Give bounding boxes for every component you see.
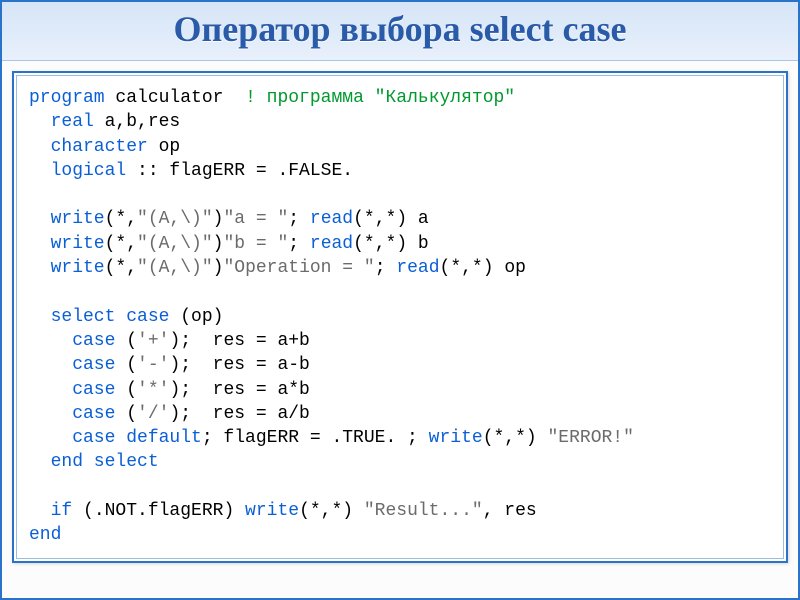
kw-write: write [29,209,105,229]
kw-write: write [245,501,299,521]
kw-case: case [29,331,115,351]
string: '*' [137,380,169,400]
kw-program: program [29,88,105,108]
kw-select: select case [29,307,169,327]
kw-read: read [396,258,439,278]
kw-read: read [310,209,353,229]
string: "(A,\)" [137,258,213,278]
string: '/' [137,404,169,424]
code-inner: program calculator ! программа "Калькуля… [16,75,784,559]
text: ; flagERR = .TRUE. ; [202,428,429,448]
string: "Operation = " [223,258,374,278]
string: '-' [137,355,169,375]
code-panel: program calculator ! программа "Калькуля… [12,71,788,563]
text: (*, [105,234,137,254]
kw-write: write [29,234,105,254]
kw-real: real [29,112,94,132]
text: ); res = a/b [169,404,309,424]
text: :: flagERR = .FALSE. [126,161,353,181]
kw-write: write [429,428,483,448]
text: (*,*) [299,501,364,521]
text: ; [375,258,397,278]
text: (*,*) a [353,209,429,229]
comment: ! программа "Калькулятор" [245,88,515,108]
text: (*, [105,209,137,229]
text: ); res = a*b [169,380,309,400]
slide-title: Оператор выбора select case [14,8,786,50]
kw-case: case [29,355,115,375]
kw-read: read [310,234,353,254]
string: "a = " [223,209,288,229]
text: ) [213,258,224,278]
text: a,b,res [94,112,180,132]
kw-character: character [29,137,148,157]
kw-case: case [29,404,115,424]
kw-end-select: end select [29,452,159,472]
slide: Оператор выбора select case program calc… [0,0,800,600]
text: ; [288,209,310,229]
code-block: program calculator ! программа "Калькуля… [17,76,783,558]
text: (*,*) b [353,234,429,254]
string: "ERROR!" [548,428,634,448]
text: calculator [105,88,245,108]
text: , res [483,501,537,521]
kw-if: if [29,501,72,521]
kw-end: end [29,525,61,545]
text: ( [115,355,137,375]
kw-case: case [29,380,115,400]
text: ( [115,331,137,351]
text: (*,*) [483,428,548,448]
string: "b = " [223,234,288,254]
text: ); res = a+b [169,331,309,351]
text: ); res = a-b [169,355,309,375]
text: ) [213,234,224,254]
text: (*, [105,258,137,278]
text: (.NOT.flagERR) [72,501,245,521]
string: "(A,\)" [137,209,213,229]
text: op [148,137,180,157]
kw-case-default: case default [29,428,202,448]
string: "(A,\)" [137,234,213,254]
title-bar: Оператор выбора select case [2,2,798,61]
kw-logical: logical [29,161,126,181]
kw-write: write [29,258,105,278]
text: (op) [169,307,223,327]
text: ) [213,209,224,229]
text: ( [115,380,137,400]
text: ; [288,234,310,254]
text: ( [115,404,137,424]
string: "Result..." [364,501,483,521]
text: (*,*) op [440,258,526,278]
string: '+' [137,331,169,351]
